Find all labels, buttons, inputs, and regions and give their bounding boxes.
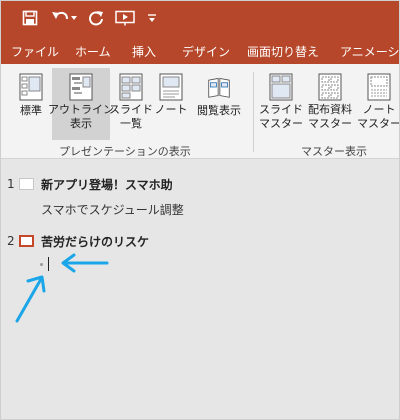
from-beginning-icon[interactable] <box>113 7 137 29</box>
reading-view-icon <box>207 73 231 101</box>
notes-master-label-2: マスター <box>357 117 400 130</box>
normal-view-icon <box>19 73 43 101</box>
outline-view-label-1: アウトライン <box>48 103 114 116</box>
presentation-views-group-label: プレゼンテーションの表示 <box>59 145 191 158</box>
save-icon[interactable] <box>19 7 41 29</box>
notes-master-icon <box>367 73 391 101</box>
tab-animations[interactable]: アニメーション <box>340 43 399 60</box>
powerpoint-window: ファイル ホーム 挿入 デザイン 画面切り替え アニメーション 標準 アウトライ… <box>0 0 400 420</box>
handout-master-label-1: 配布資料 <box>308 103 352 116</box>
tab-insert[interactable]: 挿入 <box>132 43 156 60</box>
slide-title[interactable]: 新アプリ登場！スマホ助 <box>41 176 173 193</box>
slide-sorter-button[interactable]: スライド 一覧 <box>109 68 153 140</box>
slide-master-button[interactable]: スライド マスター <box>259 68 303 140</box>
tab-home[interactable]: ホーム <box>75 43 111 60</box>
tab-design[interactable]: デザイン <box>182 43 230 60</box>
slide-title[interactable]: 苦労だらけのリスケ <box>41 233 149 250</box>
normal-view-label: 標準 <box>20 104 42 117</box>
slide-master-label-2: マスター <box>259 117 303 130</box>
slide-number: 1 <box>7 177 15 191</box>
customize-icon[interactable] <box>145 7 159 29</box>
slide-sorter-label-2: 一覧 <box>120 117 142 130</box>
outline-view-button[interactable]: アウトライン 表示 <box>48 68 114 140</box>
tab-file[interactable]: ファイル <box>11 43 59 60</box>
title-bar <box>1 1 399 37</box>
slide-thumbnail-selected[interactable] <box>19 235 34 247</box>
notes-page-button[interactable]: ノート <box>153 68 189 140</box>
undo-icon[interactable] <box>49 7 79 29</box>
slide-bullet[interactable]: スマホでスケジュール調整 <box>41 201 184 218</box>
pointer-arrow-left-icon <box>61 253 109 273</box>
outline-view-icon <box>69 73 93 101</box>
pointer-arrow-up-icon <box>15 275 46 323</box>
group-separator <box>253 72 254 152</box>
bullet-dot <box>40 263 43 266</box>
reading-view-button[interactable]: 閲覧表示 <box>193 68 245 140</box>
handout-master-button[interactable]: 配布資料 マスター <box>305 68 355 140</box>
slide-master-label-1: スライド <box>259 103 303 116</box>
text-cursor <box>48 257 49 271</box>
notes-master-button[interactable]: ノート マスター <box>357 68 400 140</box>
reading-view-label: 閲覧表示 <box>197 104 241 117</box>
notes-master-label-1: ノート <box>362 103 396 116</box>
master-views-group-label: マスター表示 <box>301 145 367 158</box>
ribbon-tabs: ファイル ホーム 挿入 デザイン 画面切り替え アニメーション <box>1 37 399 64</box>
slide-sorter-label-1: スライド <box>109 103 153 116</box>
slide-number: 2 <box>7 234 15 248</box>
outline-pane[interactable]: 1 新アプリ登場！スマホ助 スマホでスケジュール調整 2 苦労だらけのリスケ <box>1 159 399 419</box>
slide-master-icon <box>269 73 293 101</box>
tab-transitions[interactable]: 画面切り替え <box>247 43 319 60</box>
slide-thumbnail[interactable] <box>19 178 34 190</box>
notes-page-label-1: ノート <box>154 103 188 116</box>
ribbon-view: 標準 アウトライン 表示 スライド 一覧 ノート 閲覧表示 プレゼンテーションの… <box>1 64 399 159</box>
handout-master-icon <box>318 73 342 101</box>
handout-master-label-2: マスター <box>308 117 352 130</box>
normal-view-button[interactable]: 標準 <box>11 68 51 140</box>
slide-sorter-icon <box>119 73 143 101</box>
redo-icon[interactable] <box>87 7 105 29</box>
outline-view-label-2: 表示 <box>70 117 92 130</box>
notes-page-icon <box>159 73 183 101</box>
